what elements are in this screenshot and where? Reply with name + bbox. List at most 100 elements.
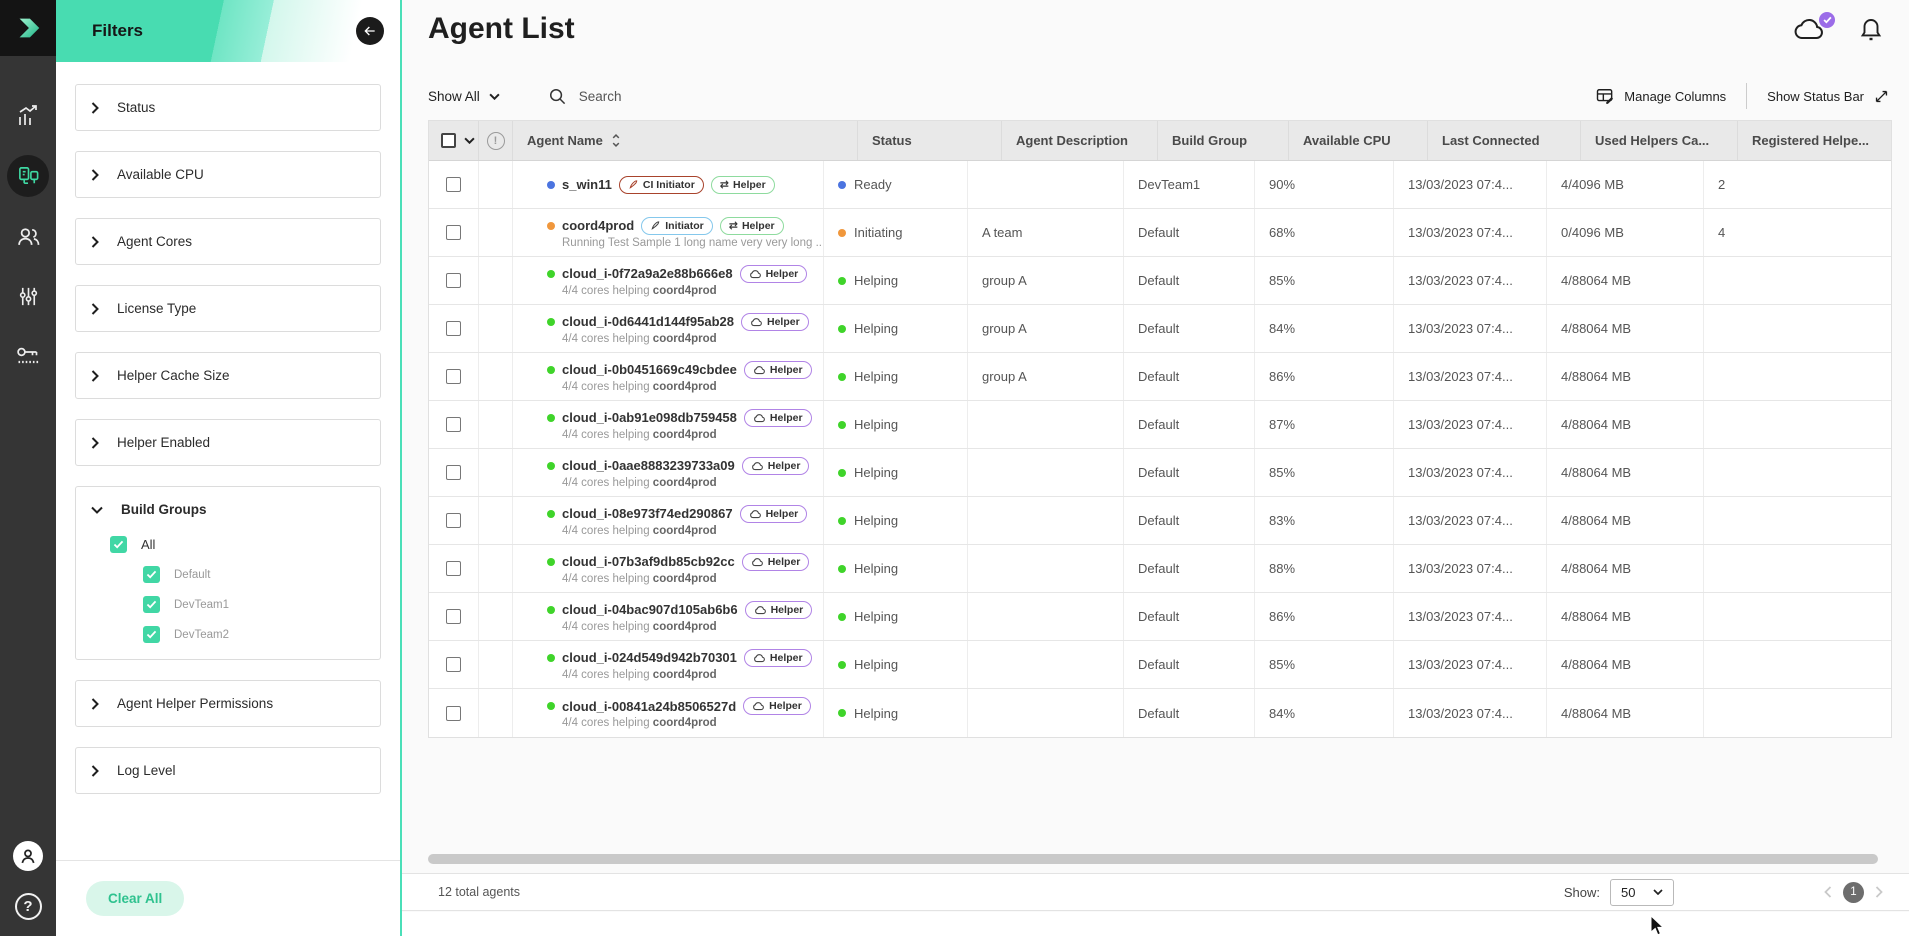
horizontal-scrollbar[interactable] bbox=[428, 854, 1878, 864]
table-row-cloud-i-0f72a9a2e88b666e8[interactable]: cloud_i-0f72a9a2e88b666e8Helper4/4 cores… bbox=[429, 257, 1891, 305]
agents-icon[interactable] bbox=[7, 155, 49, 197]
column-header-status[interactable]: Status bbox=[858, 121, 1002, 160]
filter-section-toggle-build-groups[interactable]: Build Groups bbox=[76, 487, 380, 532]
column-header-agent-name[interactable]: Agent Name bbox=[513, 121, 858, 160]
settings-sliders-icon[interactable] bbox=[14, 282, 42, 310]
collapse-filters-button[interactable] bbox=[356, 17, 384, 45]
agent-name-line: cloud_i-0ab91e098db759458Helper bbox=[547, 409, 812, 427]
select-all-checkbox[interactable] bbox=[441, 133, 456, 148]
table-row-cloud-i-0ab91e098db759458[interactable]: cloud_i-0ab91e098db759458Helper4/4 cores… bbox=[429, 401, 1891, 449]
search-box bbox=[548, 87, 737, 106]
row-select-cell bbox=[429, 449, 479, 496]
sort-icon[interactable] bbox=[611, 133, 621, 148]
search-input[interactable] bbox=[577, 88, 737, 105]
column-header-agent-description[interactable]: Agent Description bbox=[1002, 121, 1158, 160]
row-checkbox[interactable] bbox=[446, 369, 461, 384]
row-checkbox[interactable] bbox=[446, 225, 461, 240]
filter-section-toggle-agent-helper-permissions[interactable]: Agent Helper Permissions bbox=[76, 681, 380, 726]
description-cell bbox=[968, 689, 1124, 737]
filter-section-toggle-license-type[interactable]: License Type bbox=[76, 286, 380, 331]
next-page-button[interactable] bbox=[1875, 886, 1883, 898]
alert-icon: ! bbox=[487, 132, 505, 150]
table-row-cloud-i-0b0451669c49cbdee[interactable]: cloud_i-0b0451669c49cbdeeHelper4/4 cores… bbox=[429, 353, 1891, 401]
row-checkbox[interactable] bbox=[446, 417, 461, 432]
manage-columns-button[interactable]: Manage Columns bbox=[1595, 86, 1726, 106]
build-group-cell: Default bbox=[1124, 449, 1255, 496]
table-row-cloud-i-07b3af9db85cb92cc[interactable]: cloud_i-07b3af9db85cb92ccHelper4/4 cores… bbox=[429, 545, 1891, 593]
agent-name-cell: cloud_i-04bac907d105ab6b6Helper4/4 cores… bbox=[513, 593, 824, 640]
agent-name-line: cloud_i-0d6441d144f95ab28Helper bbox=[547, 313, 809, 331]
row-checkbox[interactable] bbox=[446, 465, 461, 480]
prev-page-button[interactable] bbox=[1824, 886, 1832, 898]
badge-label: Helper bbox=[767, 316, 800, 328]
license-key-icon[interactable] bbox=[14, 342, 42, 370]
agent-name-cell: cloud_i-08e973f74ed290867Helper4/4 cores… bbox=[513, 497, 824, 544]
help-icon[interactable]: ? bbox=[15, 893, 42, 920]
table-row-cloud-i-024d549d942b70301[interactable]: cloud_i-024d549d942b70301Helper4/4 cores… bbox=[429, 641, 1891, 689]
chevron-down-icon bbox=[1653, 889, 1663, 895]
select-menu-chevron-icon[interactable] bbox=[464, 137, 475, 144]
filter-section-label: Agent Cores bbox=[117, 234, 192, 249]
checkbox-checked[interactable] bbox=[143, 626, 160, 643]
current-page-button[interactable]: 1 bbox=[1843, 882, 1864, 903]
registered-helpers-cell bbox=[1704, 401, 1856, 448]
row-checkbox[interactable] bbox=[446, 561, 461, 576]
status-cell: Helping bbox=[824, 545, 968, 592]
checkbox-checked[interactable] bbox=[110, 536, 127, 553]
expand-icon bbox=[1873, 88, 1890, 105]
filter-section-toggle-status[interactable]: Status bbox=[76, 85, 380, 130]
page-size-select[interactable]: 50 bbox=[1610, 879, 1674, 906]
row-checkbox[interactable] bbox=[446, 273, 461, 288]
filter-section-toggle-available-cpu[interactable]: Available CPU bbox=[76, 152, 380, 197]
last-connected-cell: 13/03/2023 07:4... bbox=[1394, 545, 1547, 592]
clear-all-button[interactable]: Clear All bbox=[86, 881, 184, 916]
cloud-status-button[interactable] bbox=[1793, 16, 1833, 46]
row-checkbox[interactable] bbox=[446, 657, 461, 672]
row-checkbox[interactable] bbox=[446, 321, 461, 336]
agent-status-dot bbox=[547, 181, 555, 189]
filter-section-toggle-agent-cores[interactable]: Agent Cores bbox=[76, 219, 380, 264]
users-icon[interactable] bbox=[14, 222, 42, 250]
agent-subtitle: 4/4 cores helping coord4prod bbox=[562, 285, 717, 297]
column-header-registered-helpe[interactable]: Registered Helpe... bbox=[1738, 121, 1890, 160]
agent-name-cell: cloud_i-0d6441d144f95ab28Helper4/4 cores… bbox=[513, 305, 824, 352]
available-cpu-cell: 87% bbox=[1255, 401, 1394, 448]
table-row-cloud-i-00841a24b8506527d[interactable]: cloud_i-00841a24b8506527dHelper4/4 cores… bbox=[429, 689, 1891, 737]
table-row-cloud-i-04bac907d105ab6b6[interactable]: cloud_i-04bac907d105ab6b6Helper4/4 cores… bbox=[429, 593, 1891, 641]
row-checkbox[interactable] bbox=[446, 609, 461, 624]
column-header-available-cpu[interactable]: Available CPU bbox=[1289, 121, 1428, 160]
table-row-coord4prod[interactable]: coord4prodInitiator⇄HelperRunning Test S… bbox=[429, 209, 1891, 257]
build-group-cell: Default bbox=[1124, 641, 1255, 688]
status-label: Helping bbox=[854, 321, 898, 336]
table-row-cloud-i-0d6441d144f95ab28[interactable]: cloud_i-0d6441d144f95ab28Helper4/4 cores… bbox=[429, 305, 1891, 353]
status-label: Helping bbox=[854, 657, 898, 672]
show-status-bar-button[interactable]: Show Status Bar bbox=[1767, 88, 1890, 105]
filter-section-toggle-helper-enabled[interactable]: Helper Enabled bbox=[76, 420, 380, 465]
notifications-bell-icon[interactable] bbox=[1859, 16, 1883, 48]
table-header-row: ! Agent Name StatusAgent DescriptionBuild… bbox=[429, 121, 1891, 161]
row-checkbox[interactable] bbox=[446, 177, 461, 192]
column-header-label: Agent Name bbox=[527, 133, 603, 148]
filter-section-toggle-helper-cache-size[interactable]: Helper Cache Size bbox=[76, 353, 380, 398]
table-row-s-win11[interactable]: s_win11CI Initiator⇄HelperReadyDevTeam19… bbox=[429, 161, 1891, 209]
status-cell: Helping bbox=[824, 497, 968, 544]
row-checkbox[interactable] bbox=[446, 706, 461, 721]
agent-status-dot bbox=[547, 702, 555, 710]
column-header-last-connected[interactable]: Last Connected bbox=[1428, 121, 1581, 160]
column-header-build-group[interactable]: Build Group bbox=[1158, 121, 1289, 160]
table-row-cloud-i-08e973f74ed290867[interactable]: cloud_i-08e973f74ed290867Helper4/4 cores… bbox=[429, 497, 1891, 545]
build-group-cell: Default bbox=[1124, 497, 1255, 544]
filter-option-devteam2: DevTeam2 bbox=[91, 626, 380, 643]
row-checkbox[interactable] bbox=[446, 513, 461, 528]
checkbox-checked[interactable] bbox=[143, 566, 160, 583]
last-connected-cell: 13/03/2023 07:4... bbox=[1394, 593, 1547, 640]
dashboard-chart-icon[interactable] bbox=[14, 102, 42, 130]
column-header-used-helpers-ca[interactable]: Used Helpers Ca... bbox=[1581, 121, 1738, 160]
table-footer: 12 total agents Show: 50 1 bbox=[402, 873, 1909, 911]
table-row-cloud-i-0aae8883239733a09[interactable]: cloud_i-0aae8883239733a09Helper4/4 cores… bbox=[429, 449, 1891, 497]
show-all-dropdown[interactable]: Show All bbox=[428, 89, 500, 104]
checkbox-checked[interactable] bbox=[143, 596, 160, 613]
user-avatar[interactable] bbox=[13, 841, 43, 871]
filter-section-toggle-log-level[interactable]: Log Level bbox=[76, 748, 380, 793]
app-logo[interactable] bbox=[0, 0, 56, 56]
